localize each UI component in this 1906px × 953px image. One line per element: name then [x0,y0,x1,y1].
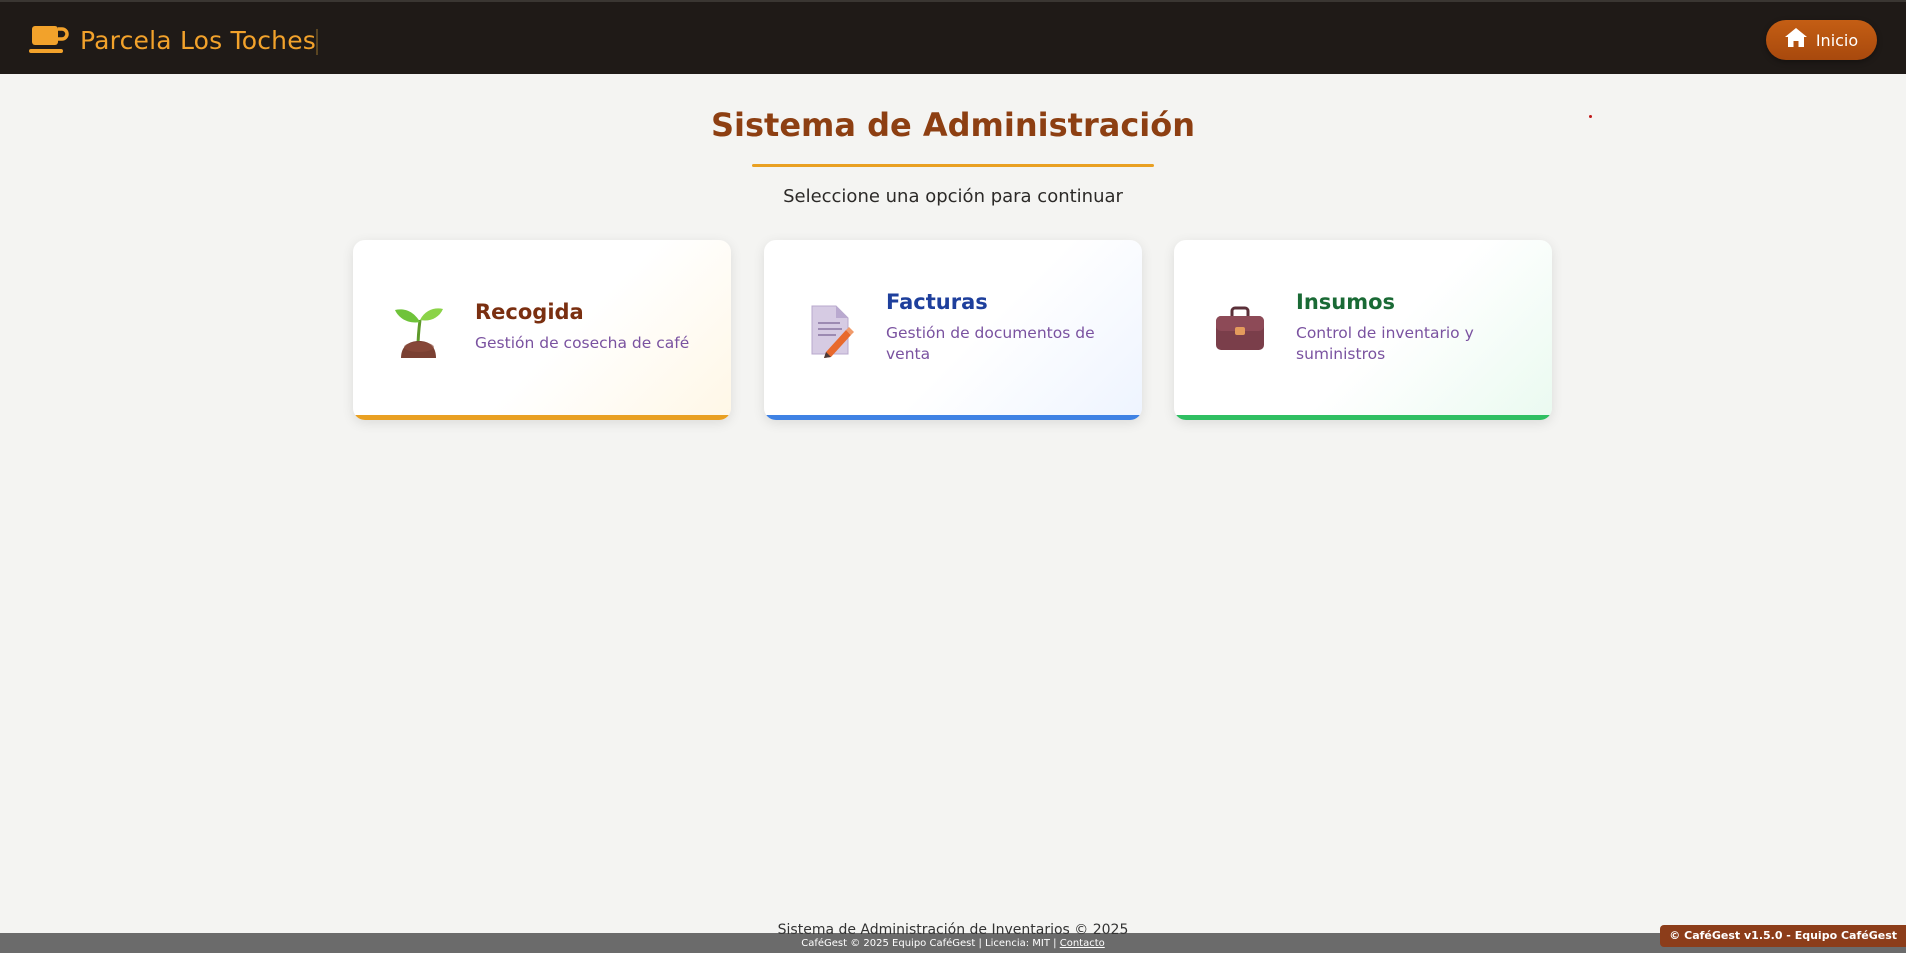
footer-credits: CaféGest © 2025 Equipo CaféGest | Licenc… [0,938,1906,949]
card-description: Gestión de documentos de venta [886,324,1095,363]
card-title: Facturas [886,290,988,314]
home-button[interactable]: Inicio [1766,20,1877,60]
card-accent-bar [764,415,1142,420]
card-description: Control de inventario y suministros [1296,324,1474,363]
sprout-icon [393,302,445,358]
card-description: Gestión de cosecha de café [475,334,690,352]
footer-credits-text: CaféGest © 2025 Equipo CaféGest | Licenc… [801,938,1057,949]
card-accent-bar [353,415,731,420]
card-accent-bar [1174,415,1552,420]
version-badge: © CaféGest v1.5.0 - Equipo CaféGest [1660,925,1906,947]
card-insumos[interactable]: Insumos Control de inventario y suminist… [1174,240,1552,420]
card-title: Recogida [475,300,584,324]
card-text: Insumos Control de inventario y suminist… [1296,290,1526,365]
brand[interactable]: Parcela Los Toches [29,22,316,58]
footer-text: Sistema de Administración de Inventarios… [777,922,1129,938]
briefcase-icon [1214,302,1266,358]
card-text: Facturas Gestión de documentos de venta [886,290,1116,365]
contact-link[interactable]: Contacto [1060,938,1105,949]
page-subtitle: Seleccione una opción para continuar [783,186,1123,207]
title-underline [752,164,1154,167]
home-icon [1784,28,1807,52]
card-facturas[interactable]: Facturas Gestión de documentos de venta [764,240,1142,420]
document-pencil-icon [804,302,856,358]
brand-divider [316,29,318,55]
home-button-label: Inicio [1815,30,1859,50]
coffee-cup-icon [29,24,69,56]
brand-name: Parcela Los Toches [80,25,317,55]
card-recogida[interactable]: Recogida Gestión de cosecha de café [353,240,731,420]
top-navbar: Parcela Los Toches Inicio [0,0,1906,74]
page-title: Sistema de Administración [710,106,1196,144]
card-text: Recogida Gestión de cosecha de café [475,300,705,354]
card-title: Insumos [1296,290,1396,314]
